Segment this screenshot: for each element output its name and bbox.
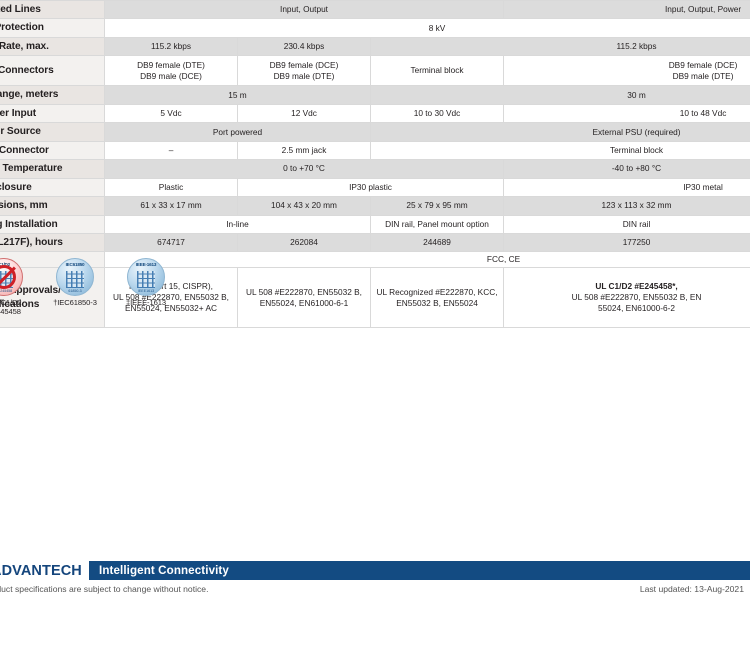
badge-bottom-text: 61850-3 xyxy=(68,289,82,293)
table-row: Operating Temperature0 to +70 °C-40 to +… xyxy=(0,159,750,179)
table-cell: 15 m xyxy=(104,85,371,105)
table-row: Dimensions, mm61 x 33 x 17 mm104 x 43 x … xyxy=(0,196,750,216)
page-footer: ADVANTECH Intelligent Connectivity All p… xyxy=(0,561,750,598)
footer-brand-bar: ADVANTECH Intelligent Connectivity xyxy=(0,561,750,580)
table-cell: UL Recognized #E222870, KCC, EN55032 B, E… xyxy=(369,267,505,329)
table-cell: DIN rail, Panel mount option xyxy=(369,214,505,234)
table-cell: Input, Output, Power xyxy=(503,0,750,20)
table-cell: 30 m xyxy=(369,85,750,105)
table-cell: 177250 xyxy=(503,232,750,253)
table-cell: UL C1/D2 #E245458*, UL 508 #E222870, EN55… xyxy=(503,267,750,329)
table-cell: 5 Vdc xyxy=(104,103,238,124)
badge-graphic xyxy=(137,271,155,288)
table-cell: 25 x 79 x 95 mm xyxy=(369,196,505,216)
table-row: ESD Protection8 kV15 kV air xyxy=(0,18,750,38)
page-root: Isolated LinesInput, OutputInput, Output… xyxy=(0,0,750,650)
footer-disclaimer: All product specifications are subject t… xyxy=(0,584,209,594)
table-cell: 2.5 mm jack xyxy=(237,140,371,161)
iec61850-badge: IEC61850 61850-3 †IEC61850-3 xyxy=(49,258,101,307)
advantech-logo: ADVANTECH xyxy=(0,561,86,580)
row-label: Dimensions, mm xyxy=(0,196,105,216)
table-cell: DB9 female (DCE) DB9 male (DTE) xyxy=(237,55,371,87)
table-cell: 115.2 kbps xyxy=(104,36,238,57)
table-cell: IP30 metal xyxy=(503,177,750,198)
table-cell: IP30 plastic xyxy=(236,177,505,198)
iec61850-badge-icon: IEC61850 61850-3 xyxy=(56,258,94,296)
table-row: Power Connector–2.5 mm jackTerminal bloc… xyxy=(0,140,750,161)
table-cell: UL 508 #E222870, EN55032 B, EN55024, EN61… xyxy=(237,267,371,329)
table-cell: -40 to +80 °C xyxy=(503,159,750,179)
table-cell: 12 Vdc xyxy=(237,103,371,124)
table-cell: 115.2 kbps xyxy=(369,36,750,57)
table-cell: External PSU (required) xyxy=(369,122,750,142)
table-row: Signal Rate, max.115.2 kbps230.4 kbps115… xyxy=(0,36,750,57)
row-label: Signal Range, meters xyxy=(0,85,105,105)
advantech-logo-text: ADVANTECH xyxy=(0,562,82,579)
badge-top-text: IEC61850 xyxy=(65,262,85,267)
table-cell: DB9 female (DTE) DB9 male (DCE) xyxy=(104,55,238,87)
table-cell: 123 x 113 x 32 mm xyxy=(503,196,750,216)
row-label: Operating Temperature xyxy=(0,159,105,179)
table-cell: DIN rail xyxy=(503,214,750,234)
badge-caption: †IEC61850-3 xyxy=(53,298,97,307)
table-cell: 230.4 kbps xyxy=(237,36,371,57)
row-label: RS-232 Connectors xyxy=(0,55,105,87)
footer-last-updated: Last updated: 13-Aug-2021 xyxy=(639,584,744,594)
table-row: Power SourcePort poweredExternal PSU (re… xyxy=(0,122,750,142)
row-label: Mounting Installation xyxy=(0,214,105,234)
row-label: Isolated Lines xyxy=(0,0,105,20)
table-row: RS-232 ConnectorsDB9 female (DTE)DB9 mal… xyxy=(0,55,750,87)
table-cell: Plastic xyxy=(104,177,238,198)
ieee1613-badge: IEEE-1613 IEEE1613 ‡IEEE-1613 xyxy=(120,258,172,307)
table-cell: Terminal block xyxy=(369,55,505,87)
row-label: Power Input xyxy=(0,103,105,124)
table-cell: FCC, CE xyxy=(103,251,750,269)
row-label: Power Connector xyxy=(0,140,105,161)
badge-bottom-text: #E245458 xyxy=(0,289,13,293)
table-cell: 674717 xyxy=(104,232,238,253)
row-label: MTBF (MIL217F), hours xyxy=(0,232,105,253)
table-row: Mounting InstallationIn-lineDIN rail, Pa… xyxy=(0,214,750,234)
footer-tagline: Intelligent Connectivity xyxy=(86,561,750,580)
table-cell: DB9 female (DCE) DB9 male (DTE) xyxy=(503,55,750,87)
ul-c1d2-badge-icon: C1/D2#E245458 xyxy=(0,258,23,296)
certification-badge-row: C1/D2#E245458 *UL C1/D2#E245458 IEC61850 61… xyxy=(0,258,172,316)
ieee1613-badge-icon: IEEE-1613 IEEE1613 xyxy=(127,258,165,296)
table-cell: 61 x 33 x 17 mm xyxy=(104,196,238,216)
badge-graphic xyxy=(66,271,84,288)
table-row: MTBF (MIL217F), hours6747172620842446891… xyxy=(0,232,750,253)
badge-top-text: IEEE-1613 xyxy=(135,262,157,267)
row-label: Power Source xyxy=(0,122,105,142)
table-row: Isolated LinesInput, OutputInput, Output… xyxy=(0,0,750,20)
table-row: Signal Range, meters15 m30 m xyxy=(0,85,750,105)
table-cell: Port powered xyxy=(104,122,371,142)
table-cell: 10 to 30 Vdc xyxy=(369,103,505,124)
table-row: Power Input5 Vdc12 Vdc10 to 30 Vdc10 to … xyxy=(0,103,750,124)
row-label: Signal Rate, max. xyxy=(0,36,105,57)
table-cell: 262084 xyxy=(237,232,371,253)
row-label: ESD Protection xyxy=(0,18,105,38)
footer-note-row: All product specifications are subject t… xyxy=(0,584,750,598)
badge-caption: *UL C1/D2#E245458 xyxy=(0,298,22,316)
row-label: Enclosure xyxy=(0,177,105,198)
table-cell: 244689 xyxy=(369,232,505,253)
badge-bottom-text: IEEE1613 xyxy=(137,289,155,293)
table-cell: In-line xyxy=(104,214,371,234)
badge-caption: ‡IEEE-1613 xyxy=(126,298,166,307)
table-cell: 8 kV xyxy=(103,18,750,38)
table-cell: 104 x 43 x 20 mm xyxy=(237,196,371,216)
table-cell: 0 to +70 °C xyxy=(103,159,505,179)
table-cell: 10 to 48 Vdc xyxy=(503,103,750,124)
table-row: EnclosurePlasticIP30 plasticIP30 metal xyxy=(0,177,750,198)
ul-c1d2-badge: C1/D2#E245458 *UL C1/D2#E245458 xyxy=(0,258,30,316)
table-cell: Terminal block xyxy=(369,140,750,161)
table-cell: – xyxy=(104,140,238,161)
table-cell: Input, Output xyxy=(103,0,505,20)
